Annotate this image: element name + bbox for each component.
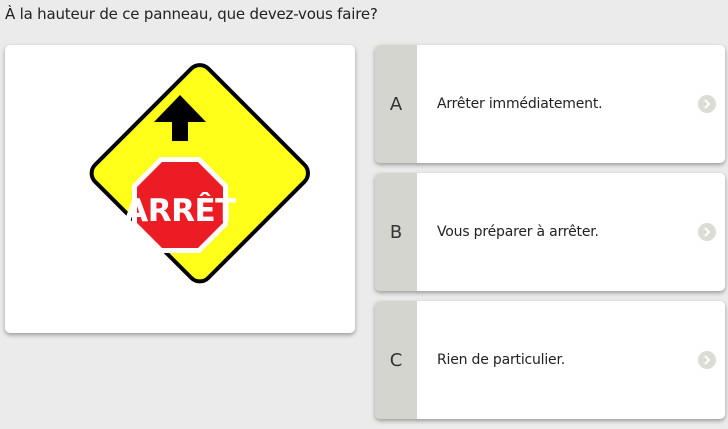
chevron-right-icon[interactable]: [698, 223, 716, 241]
answer-letter: B: [375, 173, 417, 291]
answer-option-b[interactable]: B Vous préparer à arrêter.: [375, 173, 725, 291]
answer-option-c[interactable]: C Rien de particulier.: [375, 301, 725, 419]
sign-image-card: ARRÊT: [5, 45, 355, 333]
answer-letter: C: [375, 301, 417, 419]
answer-letter: A: [375, 45, 417, 163]
sign-label: ARRÊT: [124, 193, 236, 229]
quiz-page: À la hauteur de ce panneau, que devez-vo…: [0, 0, 728, 429]
chevron-right-icon[interactable]: [698, 351, 716, 369]
answer-label: Arrêter immédiatement.: [437, 96, 603, 112]
chevron-right-icon[interactable]: [698, 95, 716, 113]
answer-label: Vous préparer à arrêter.: [437, 224, 599, 240]
answer-label: Rien de particulier.: [437, 352, 565, 368]
question-text: À la hauteur de ce panneau, que devez-vo…: [5, 5, 378, 23]
stop-ahead-sign-icon: ARRÊT: [89, 63, 310, 284]
answer-option-a[interactable]: A Arrêter immédiatement.: [375, 45, 725, 163]
